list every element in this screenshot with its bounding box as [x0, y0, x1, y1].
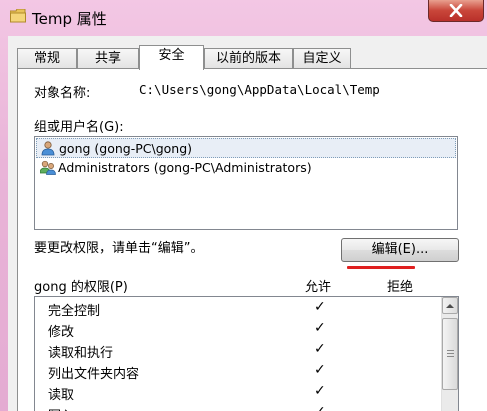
- list-item: 完全控制 ✓: [35, 298, 440, 319]
- group-users-label: 组或用户名(G):: [34, 120, 124, 135]
- user-name: gong (gong-PC\gong): [59, 141, 193, 156]
- highlight-underline: [347, 266, 415, 269]
- check-icon: ✓: [314, 383, 326, 399]
- security-panel: 对象名称: C:\Users\gong\AppData\Local\Temp 组…: [17, 68, 487, 411]
- tab-security[interactable]: 安全: [139, 45, 204, 70]
- tab-previous-versions[interactable]: 以前的版本: [204, 48, 293, 68]
- tab-customize[interactable]: 自定义: [293, 48, 351, 68]
- list-item-user-administrators[interactable]: Administrators (gong-PC\Administrators): [36, 158, 456, 178]
- edit-button[interactable]: 编辑(E)...: [341, 238, 459, 262]
- folder-icon: [10, 9, 26, 23]
- grip-line: [447, 350, 454, 351]
- permissions-list[interactable]: 完全控制 ✓ 修改 ✓ 读取和执行 ✓ 列出文件夹内容 ✓ 读取 ✓: [34, 296, 459, 411]
- permission-name: 读取: [48, 388, 75, 403]
- chevron-up-icon: [446, 304, 454, 308]
- list-item: 列出文件夹内容 ✓: [35, 361, 440, 382]
- properties-window: Temp 属性 常规 共享 安全 以前的版本 自定义 对象名称: C:\User…: [0, 0, 487, 411]
- check-icon: ✓: [314, 404, 326, 411]
- deny-header: 拒绝: [387, 280, 414, 295]
- permission-name: 写入: [48, 405, 74, 411]
- user-icon: [41, 141, 55, 156]
- tab-general[interactable]: 常规: [17, 48, 77, 68]
- list-item: 修改 ✓: [35, 319, 440, 340]
- permissions-scrollbar[interactable]: [441, 297, 458, 411]
- check-icon: ✓: [314, 362, 326, 378]
- object-path: C:\Users\gong\AppData\Local\Temp: [139, 82, 380, 97]
- user-group-icon: [40, 160, 56, 175]
- check-icon: ✓: [314, 341, 326, 357]
- list-item: 写入 ✓: [35, 403, 440, 411]
- permission-name: 读取和执行: [48, 346, 114, 361]
- permission-name: 完全控制: [48, 304, 101, 319]
- grip-line: [447, 356, 454, 357]
- allow-header: 允许: [305, 280, 332, 295]
- dialog-client: 常规 共享 安全 以前的版本 自定义 对象名称: C:\Users\gong\A…: [8, 36, 487, 411]
- grip-line: [447, 353, 454, 354]
- list-item: 读取 ✓: [35, 382, 440, 403]
- list-item: 读取和执行 ✓: [35, 340, 440, 361]
- object-name-label: 对象名称:: [34, 86, 91, 101]
- permission-name: 列出文件夹内容: [48, 367, 140, 382]
- title-bar[interactable]: Temp 属性: [0, 0, 487, 36]
- user-list[interactable]: gong (gong-PC\gong) Administrators (gong…: [34, 136, 458, 230]
- close-button[interactable]: [428, 0, 484, 22]
- scroll-thumb[interactable]: [442, 318, 458, 390]
- check-icon: ✓: [314, 299, 326, 315]
- window-title: Temp 属性: [32, 10, 107, 28]
- permissions-label: gong 的权限(P): [34, 280, 128, 295]
- close-icon: [449, 4, 463, 17]
- tab-sharing[interactable]: 共享: [77, 48, 139, 68]
- scroll-up-button[interactable]: [442, 297, 458, 314]
- list-item-user-gong[interactable]: gong (gong-PC\gong): [36, 138, 456, 158]
- check-icon: ✓: [314, 320, 326, 336]
- user-name: Administrators (gong-PC\Administrators): [58, 160, 312, 175]
- edit-hint: 要更改权限，请单击“编辑”。: [34, 241, 204, 256]
- permission-name: 修改: [48, 325, 75, 340]
